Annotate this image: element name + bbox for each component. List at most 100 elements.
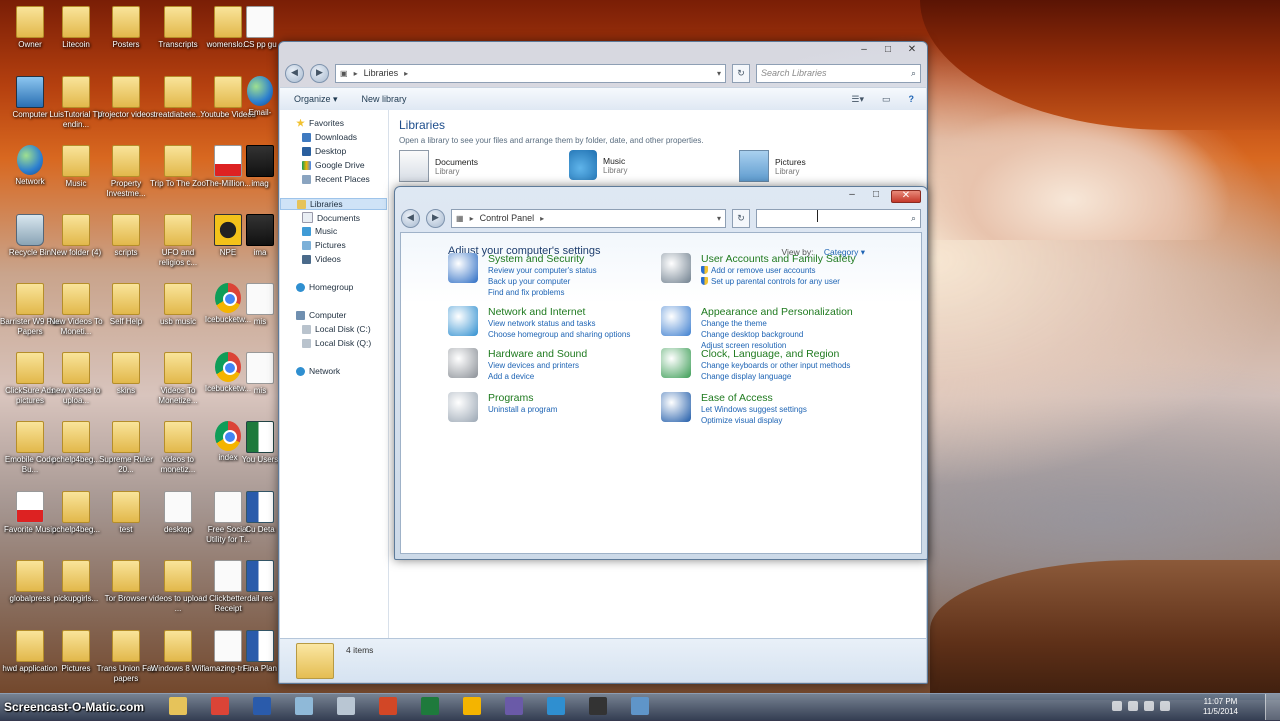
back-button[interactable]: ◀: [401, 208, 420, 228]
address-bar[interactable]: ▣ ▸ Libraries ▸ ▾: [335, 63, 726, 83]
taskbar-excel[interactable]: [412, 695, 448, 717]
control-panel-window[interactable]: – □ ✕ ◀ ▶ ▦ ▸ Control Panel ▸ ▾ ↻ ⌕ Adju…: [394, 186, 928, 560]
taskbar-explorer[interactable]: [160, 695, 196, 717]
maximize-button[interactable]: □: [879, 45, 897, 56]
globe-clock-icon[interactable]: [661, 348, 691, 378]
breadcrumb[interactable]: Control Panel: [480, 213, 535, 223]
preview-pane-icon[interactable]: ▭: [882, 94, 891, 105]
desktop-icon[interactable]: imag: [240, 145, 280, 189]
desktop-icon[interactable]: skins: [96, 352, 156, 396]
category-link[interactable]: View devices and printers: [488, 361, 579, 370]
desktop-icon[interactable]: Trans Union Fax papers: [96, 630, 156, 684]
category-title[interactable]: User Accounts and Family Safety: [701, 253, 856, 265]
desktop-icon[interactable]: Supreme Ruler 20...: [96, 421, 156, 475]
new-library-button[interactable]: New library: [362, 94, 407, 104]
desktop-icon[interactable]: Fina Plan: [240, 630, 280, 674]
nav-google-drive[interactable]: Google Drive: [302, 160, 365, 170]
category-link[interactable]: Uninstall a program: [488, 405, 557, 414]
monitor-icon[interactable]: [661, 306, 691, 336]
nav-documents[interactable]: Documents: [302, 212, 360, 223]
minimize-button[interactable]: –: [855, 45, 873, 56]
category-title[interactable]: Network and Internet: [488, 306, 585, 318]
users-icon[interactable]: [661, 253, 691, 283]
taskbar-app2[interactable]: [538, 695, 574, 717]
close-button[interactable]: ✕: [903, 45, 921, 56]
nav-desktop[interactable]: Desktop: [302, 146, 346, 156]
category-link[interactable]: Choose homegroup and sharing options: [488, 330, 630, 339]
desktop-icon[interactable]: Posters: [96, 6, 156, 50]
desktop-icon[interactable]: Email-: [240, 76, 280, 118]
maximize-button[interactable]: □: [867, 190, 885, 201]
desktop-icon[interactable]: dail res: [240, 560, 280, 604]
desktop-icon[interactable]: projector videos: [96, 76, 156, 120]
nav-computer[interactable]: Computer: [296, 310, 346, 320]
desktop-icon[interactable]: Self Help: [96, 283, 156, 327]
nav-music[interactable]: Music: [302, 226, 337, 236]
nav-homegroup[interactable]: Homegroup: [296, 282, 353, 292]
ease-access-icon[interactable]: [661, 392, 691, 422]
taskbar-control-panel[interactable]: [622, 695, 658, 717]
category-link[interactable]: Add or remove user accounts: [701, 266, 816, 275]
category-link[interactable]: Change desktop background: [701, 330, 803, 339]
category-link[interactable]: Add a device: [488, 372, 534, 381]
desktop-icon[interactable]: mis: [240, 352, 280, 396]
clock[interactable]: 11:07 PM 11/5/2014: [1203, 697, 1238, 717]
category-link[interactable]: Change display language: [701, 372, 791, 381]
nav-local-disk-c[interactable]: Local Disk (C:): [302, 324, 371, 334]
category-link[interactable]: Let Windows suggest settings: [701, 405, 807, 414]
nav-favorites[interactable]: Favorites: [296, 118, 344, 128]
taskbar-calculator[interactable]: [328, 695, 364, 717]
library-documents[interactable]: Documents Library: [399, 150, 478, 182]
nav-recent-places[interactable]: Recent Places: [302, 174, 370, 184]
forward-button[interactable]: ▶: [426, 208, 445, 228]
desktop-icon[interactable]: Cu Deta: [240, 491, 280, 535]
search-input[interactable]: Search Libraries ⌕: [756, 63, 921, 83]
nav-local-disk-q[interactable]: Local Disk (Q:): [302, 338, 371, 348]
library-music[interactable]: Music Library: [569, 150, 627, 180]
nav-network[interactable]: Network: [296, 366, 340, 376]
close-button[interactable]: ✕: [891, 190, 921, 203]
printer-icon[interactable]: [448, 348, 478, 378]
desktop-icon[interactable]: Property Investme...: [96, 145, 156, 199]
category-title[interactable]: Programs: [488, 392, 534, 404]
category-link[interactable]: Change keyboards or other input methods: [701, 361, 850, 370]
taskbar-notepad[interactable]: [286, 695, 322, 717]
library-pictures[interactable]: Pictures Library: [739, 150, 806, 182]
forward-button[interactable]: ▶: [310, 63, 329, 83]
refresh-button[interactable]: ↻: [732, 63, 750, 83]
show-desktop-button[interactable]: [1265, 694, 1280, 720]
nav-libraries[interactable]: Libraries: [280, 198, 387, 210]
category-link[interactable]: Optimize visual display: [701, 416, 782, 425]
network-globe-icon[interactable]: [448, 306, 478, 336]
category-title[interactable]: System and Security: [488, 253, 584, 265]
organize-button[interactable]: Organize ▾: [294, 94, 338, 105]
programs-icon[interactable]: [448, 392, 478, 422]
address-bar[interactable]: ▦ ▸ Control Panel ▸ ▾: [451, 208, 726, 228]
shield-icon[interactable]: [448, 253, 478, 283]
category-title[interactable]: Appearance and Personalization: [701, 306, 853, 318]
category-link[interactable]: Review your computer's status: [488, 266, 597, 275]
refresh-button[interactable]: ↻: [732, 208, 750, 228]
taskbar-powerpoint[interactable]: [370, 695, 406, 717]
taskbar-app3[interactable]: [580, 695, 616, 717]
category-title[interactable]: Ease of Access: [701, 392, 773, 404]
desktop-icon[interactable]: mis: [240, 283, 280, 327]
help-icon[interactable]: ?: [909, 94, 915, 105]
category-link[interactable]: Change the theme: [701, 319, 767, 328]
taskbar-chrome2[interactable]: [454, 695, 490, 717]
desktop-icon[interactable]: CS pp gu: [240, 6, 280, 50]
dropdown-arrow-icon[interactable]: ▾: [717, 214, 721, 223]
category-link[interactable]: Set up parental controls for any user: [701, 277, 840, 286]
desktop-icon[interactable]: ima: [240, 214, 280, 258]
desktop-icon[interactable]: Tor Browser: [96, 560, 156, 604]
desktop-icon[interactable]: scripts: [96, 214, 156, 258]
category-link[interactable]: Back up your computer: [488, 277, 570, 286]
flag-icon[interactable]: [1112, 701, 1122, 711]
taskbar-app[interactable]: [496, 695, 532, 717]
taskbar-word[interactable]: [244, 695, 280, 717]
category-link[interactable]: View network status and tasks: [488, 319, 595, 328]
search-input[interactable]: ⌕: [756, 208, 921, 228]
dropdown-arrow-icon[interactable]: ▾: [717, 69, 721, 78]
network-tray-icon[interactable]: [1128, 701, 1138, 711]
category-title[interactable]: Hardware and Sound: [488, 348, 587, 360]
